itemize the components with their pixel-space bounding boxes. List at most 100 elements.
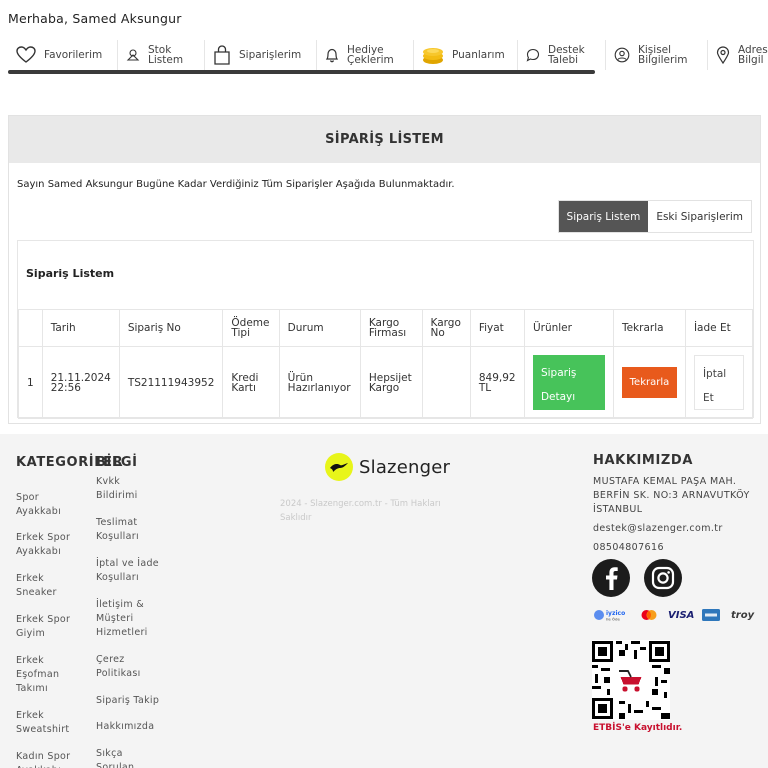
cancel-order-button[interactable]: İptal Et	[693, 355, 744, 410]
nav-label: Kişisel Bilgilerim	[638, 44, 688, 66]
footer-link[interactable]: Erkek Spor Ayakkabı	[16, 531, 76, 559]
about-heading: HAKKIMIZDA	[593, 453, 693, 468]
svg-text:iyzico: iyzico	[606, 610, 625, 617]
column-header: Durum	[278, 309, 361, 347]
nav-label: Destek Talebi	[548, 44, 585, 66]
column-header: Sipariş No	[118, 309, 224, 347]
orders-table: Tarih Sipariş No Ödeme Tipi Durum Kargo …	[18, 309, 754, 419]
account-nav: Favorilerim Stok Listem Siparişlerim Hed…	[8, 40, 768, 74]
address-line: İSTANBUL	[593, 504, 643, 515]
footer-link[interactable]: Erkek Sweatshirt	[16, 709, 76, 737]
order-tabs: Sipariş Listem Eski Siparişlerim	[557, 200, 752, 233]
contact-phone[interactable]: 08504807616	[593, 541, 664, 555]
table-header-row: Tarih Sipariş No Ödeme Tipi Durum Kargo …	[18, 309, 754, 347]
footer-link[interactable]: Sipariş Takip	[96, 694, 166, 708]
order-status: Ürün Hazırlanıyor	[278, 346, 361, 419]
troy-icon: troy	[731, 609, 755, 621]
products-cell: Sipariş Detayı	[523, 346, 614, 419]
visa-icon: VISA	[668, 609, 695, 621]
footer-link[interactable]: İletişim & Müşteri Hizmetleri	[96, 598, 158, 640]
nav-item-orders[interactable]: Siparişlerim	[205, 40, 317, 70]
footer-link[interactable]: Çerez Politikası	[96, 653, 156, 681]
footer-link[interactable]: Spor Ayakkabı	[16, 491, 76, 519]
repeat-cell: Tekrarla	[612, 346, 686, 419]
nav-scrollbar[interactable]	[8, 70, 595, 74]
footer: KATEGORİLER Spor Ayakkabı Erkek Spor Aya…	[0, 434, 768, 768]
return-cell: İptal Et	[684, 346, 754, 419]
greeting-text: Merhaba, Samed Aksungur	[8, 11, 182, 26]
coins-icon	[422, 45, 444, 65]
nav-item-gift-cards[interactable]: Hediye Çeklerim	[317, 40, 414, 70]
nav-item-addresses[interactable]: Adres Bilgil	[708, 40, 768, 70]
footer-link[interactable]: Kvkk Bildirimi	[96, 475, 156, 503]
brand-name: Slazenger	[359, 456, 451, 478]
contact-email[interactable]: destek@slazenger.com.tr	[593, 522, 723, 536]
instagram-icon[interactable]	[644, 559, 682, 597]
address-line: MUSTAFA KEMAL PAŞA MAH.	[593, 476, 737, 487]
cargo-number	[421, 346, 471, 419]
footer-link[interactable]: Sıkça Sorulan	[96, 747, 156, 768]
repeat-order-button[interactable]: Tekrarla	[621, 367, 677, 398]
table-row: 1 21.11.2024 22:56 TS21111943952 Kredi K…	[18, 346, 754, 419]
intro-text: Sayın Samed Aksungur Bugüne Kadar Verdiğ…	[17, 179, 455, 190]
footer-link[interactable]: Hakkımızda	[96, 720, 166, 734]
column-header: Tekrarla	[612, 309, 686, 347]
column-header: Kargo Firması	[359, 309, 423, 347]
panel-title: SİPARİŞ LİSTEM	[9, 116, 760, 163]
info-heading: BİLGİ	[96, 455, 138, 470]
nav-label: Stok Listem	[148, 44, 184, 66]
footer-link[interactable]: Teslimat Koşulları	[96, 516, 156, 544]
footer-link[interactable]: Erkek Spor Giyim	[16, 613, 76, 641]
nav-label: Siparişlerim	[239, 49, 302, 61]
iyzico-icon: iyzico ile Öde	[593, 608, 629, 622]
tab-old-orders[interactable]: Eski Siparişlerim	[648, 201, 751, 232]
user-icon	[614, 47, 630, 63]
column-header: Ürünler	[523, 309, 614, 347]
nav-item-support[interactable]: Destek Talebi	[518, 40, 606, 70]
order-list-box: Sipariş Listem Tarih Sipariş No Ödeme Ti…	[17, 240, 754, 419]
cargo-company: Hepsijet Kargo	[359, 346, 423, 419]
order-date: 21.11.2024 22:56	[41, 346, 120, 419]
svg-text:ile Öde: ile Öde	[606, 617, 620, 622]
address-line: BERFİN SK. NO:3 ARNAVUTKÖY	[593, 490, 750, 501]
payment-type: Kredi Kartı	[222, 346, 280, 419]
page: Merhaba, Samed Aksungur Favorilerim Stok…	[0, 0, 768, 768]
order-list-title: Sipariş Listem	[26, 267, 115, 280]
categories-heading: KATEGORİLER	[16, 455, 124, 470]
footer-link[interactable]: Erkek Eşofman Takımı	[16, 654, 76, 696]
nav-item-stock-list[interactable]: Stok Listem	[118, 40, 205, 70]
nav-item-favorites[interactable]: Favorilerim	[8, 40, 118, 70]
qr-code-icon	[592, 640, 670, 720]
nav-item-points[interactable]: Puanlarım	[414, 40, 518, 70]
copyright-text: 2024 - Slazenger.com.tr - Tüm Hakları Sa…	[280, 499, 441, 523]
column-header: İade Et	[684, 309, 754, 347]
chat-icon	[526, 48, 540, 62]
brand-logo[interactable]: Slazenger	[325, 453, 450, 481]
column-header: Ödeme Tipi	[222, 309, 280, 347]
order-number: TS21111943952	[118, 346, 224, 419]
tab-order-list[interactable]: Sipariş Listem	[558, 201, 649, 232]
footer-link[interactable]: Erkek Sneaker	[16, 572, 76, 600]
heart-icon	[16, 46, 36, 64]
etbis-label: ETBİS'e Kayıtlıdır.	[593, 723, 683, 733]
nav-label: Puanlarım	[452, 49, 505, 61]
nav-item-personal-info[interactable]: Kişisel Bilgilerim	[606, 40, 708, 70]
facebook-icon[interactable]	[592, 559, 630, 597]
column-header: Fiyat	[469, 309, 525, 347]
stock-icon	[126, 49, 140, 61]
nav-label: Hediye Çeklerim	[347, 44, 394, 66]
footer-link[interactable]: Kadın Spor Ayakkabı	[16, 750, 76, 768]
order-detail-button[interactable]: Sipariş Detayı	[532, 355, 605, 410]
bag-icon	[213, 45, 231, 65]
footer-link[interactable]: İptal ve İade Koşulları	[96, 557, 166, 585]
nav-label: Favorilerim	[44, 49, 103, 61]
column-header: Tarih	[41, 309, 120, 347]
nav-label: Adres Bilgil	[738, 44, 768, 66]
slazenger-panther-icon	[325, 453, 353, 481]
row-index: 1	[18, 346, 43, 419]
amex-icon	[702, 608, 720, 622]
column-header: Kargo No	[421, 309, 471, 347]
mastercard-icon	[641, 608, 657, 622]
orders-panel: SİPARİŞ LİSTEM Sayın Samed Aksungur Bugü…	[8, 115, 761, 424]
location-icon	[716, 46, 730, 64]
